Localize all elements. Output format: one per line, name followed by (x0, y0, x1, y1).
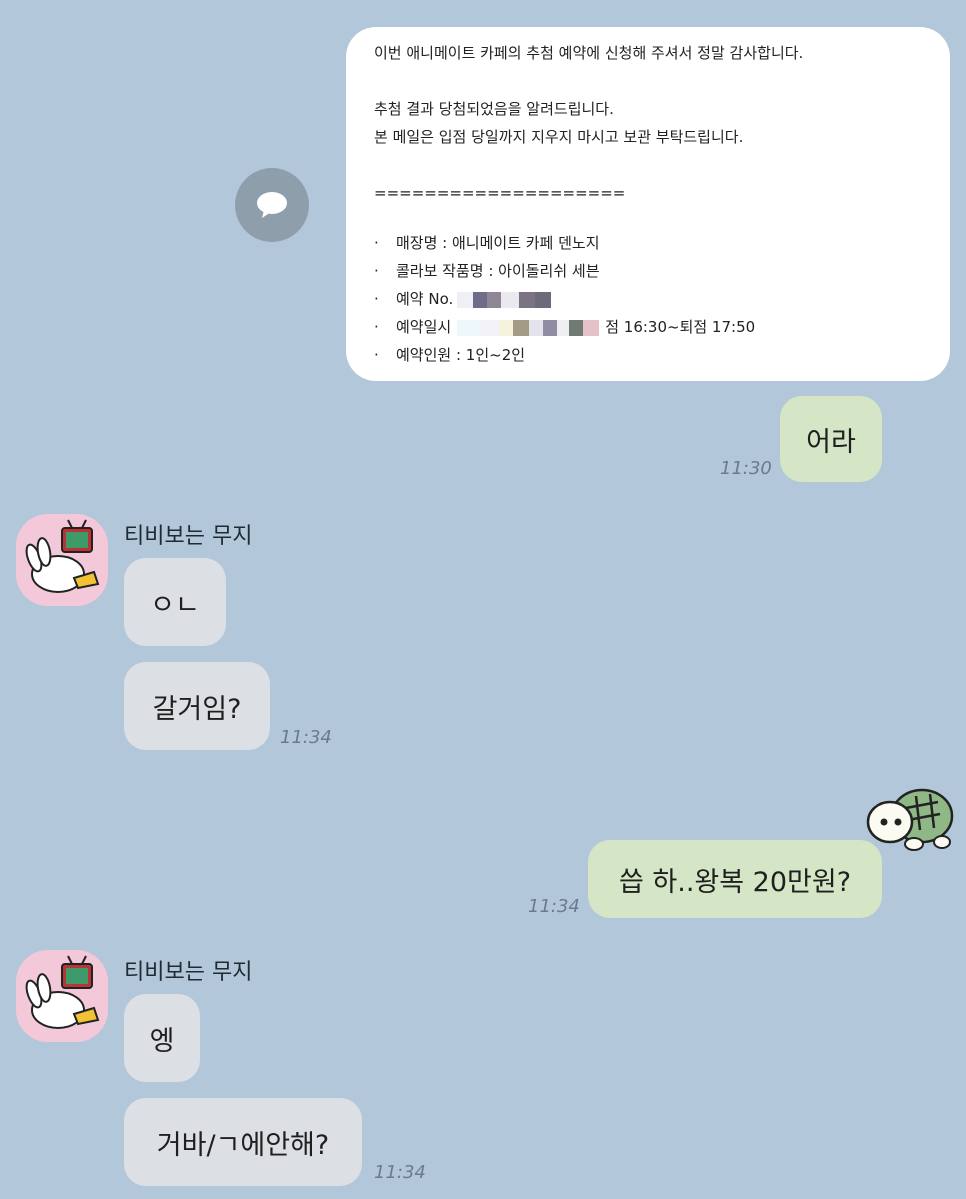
email-store-row: · 매장명 : 애니메이트 카페 덴노지 (374, 229, 922, 257)
email-collab-row: · 콜라보 작품명 : 아이돌리쉬 세븐 (374, 257, 922, 285)
email-reservation-no-row: · 예약 No. (374, 285, 922, 313)
censor-blur (457, 313, 600, 341)
message-time: 11:34 (280, 727, 332, 748)
speech-bubble-icon (257, 192, 287, 218)
turtle-sticker (866, 788, 954, 851)
muzi-watching-tv-avatar (16, 950, 108, 1042)
email-datetime-suffix: 점 16:30~퇴점 17:50 (605, 318, 756, 336)
message-time: 11:30 (720, 458, 772, 479)
sender-name: 티비보는 무지 (124, 524, 253, 549)
my-message-bubble[interactable]: 씁 하..왕복 20만원? (588, 840, 882, 918)
email-collab: 콜라보 작품명 : 아이돌리쉬 세븐 (396, 262, 600, 280)
email-reservation-no: 예약 No. (396, 290, 454, 308)
other-message-bubble[interactable]: 갈거임? (124, 662, 270, 750)
email-store: 매장명 : 애니메이트 카페 덴노지 (396, 234, 600, 252)
muzi-watching-tv-avatar (16, 514, 108, 606)
email-party: 예약인원 : 1인~2인 (396, 346, 526, 364)
other-message-bubble[interactable]: 엥 (124, 994, 200, 1082)
email-datetime-label: 예약일시 (396, 318, 452, 336)
email-keep-line: 본 메일은 입점 당일까지 지우지 마시고 보관 부탁드립니다. (374, 128, 744, 146)
email-divider: ==================== (374, 184, 626, 202)
message-time: 11:34 (374, 1162, 426, 1183)
email-party-row: · 예약인원 : 1인~2인 (374, 341, 922, 369)
censor-blur (457, 285, 552, 313)
turtle-sticker[interactable] (864, 782, 956, 854)
email-result-line: 추첨 결과 당첨되었음을 알려드립니다. (374, 100, 614, 118)
email-greeting: 이번 애니메이트 카페의 추첨 예약에 신청해 주셔서 정말 감사합니다. (374, 44, 804, 62)
my-message-bubble[interactable]: 어라 (780, 396, 882, 482)
other-message-bubble[interactable]: 거바/ㄱ에안해? (124, 1098, 362, 1186)
avatar[interactable] (16, 514, 108, 606)
other-message-bubble[interactable]: ㅇㄴ (124, 558, 226, 646)
forwarded-email-card[interactable]: 이번 애니메이트 카페의 추첨 예약에 신청해 주셔서 정말 감사합니다. 추첨… (346, 27, 950, 381)
sender-name: 티비보는 무지 (124, 960, 253, 985)
message-time: 11:34 (528, 896, 580, 917)
email-datetime-row: · 예약일시 점 16:30~퇴점 17:50 (374, 313, 922, 341)
avatar[interactable] (16, 950, 108, 1042)
share-button[interactable] (235, 168, 309, 242)
